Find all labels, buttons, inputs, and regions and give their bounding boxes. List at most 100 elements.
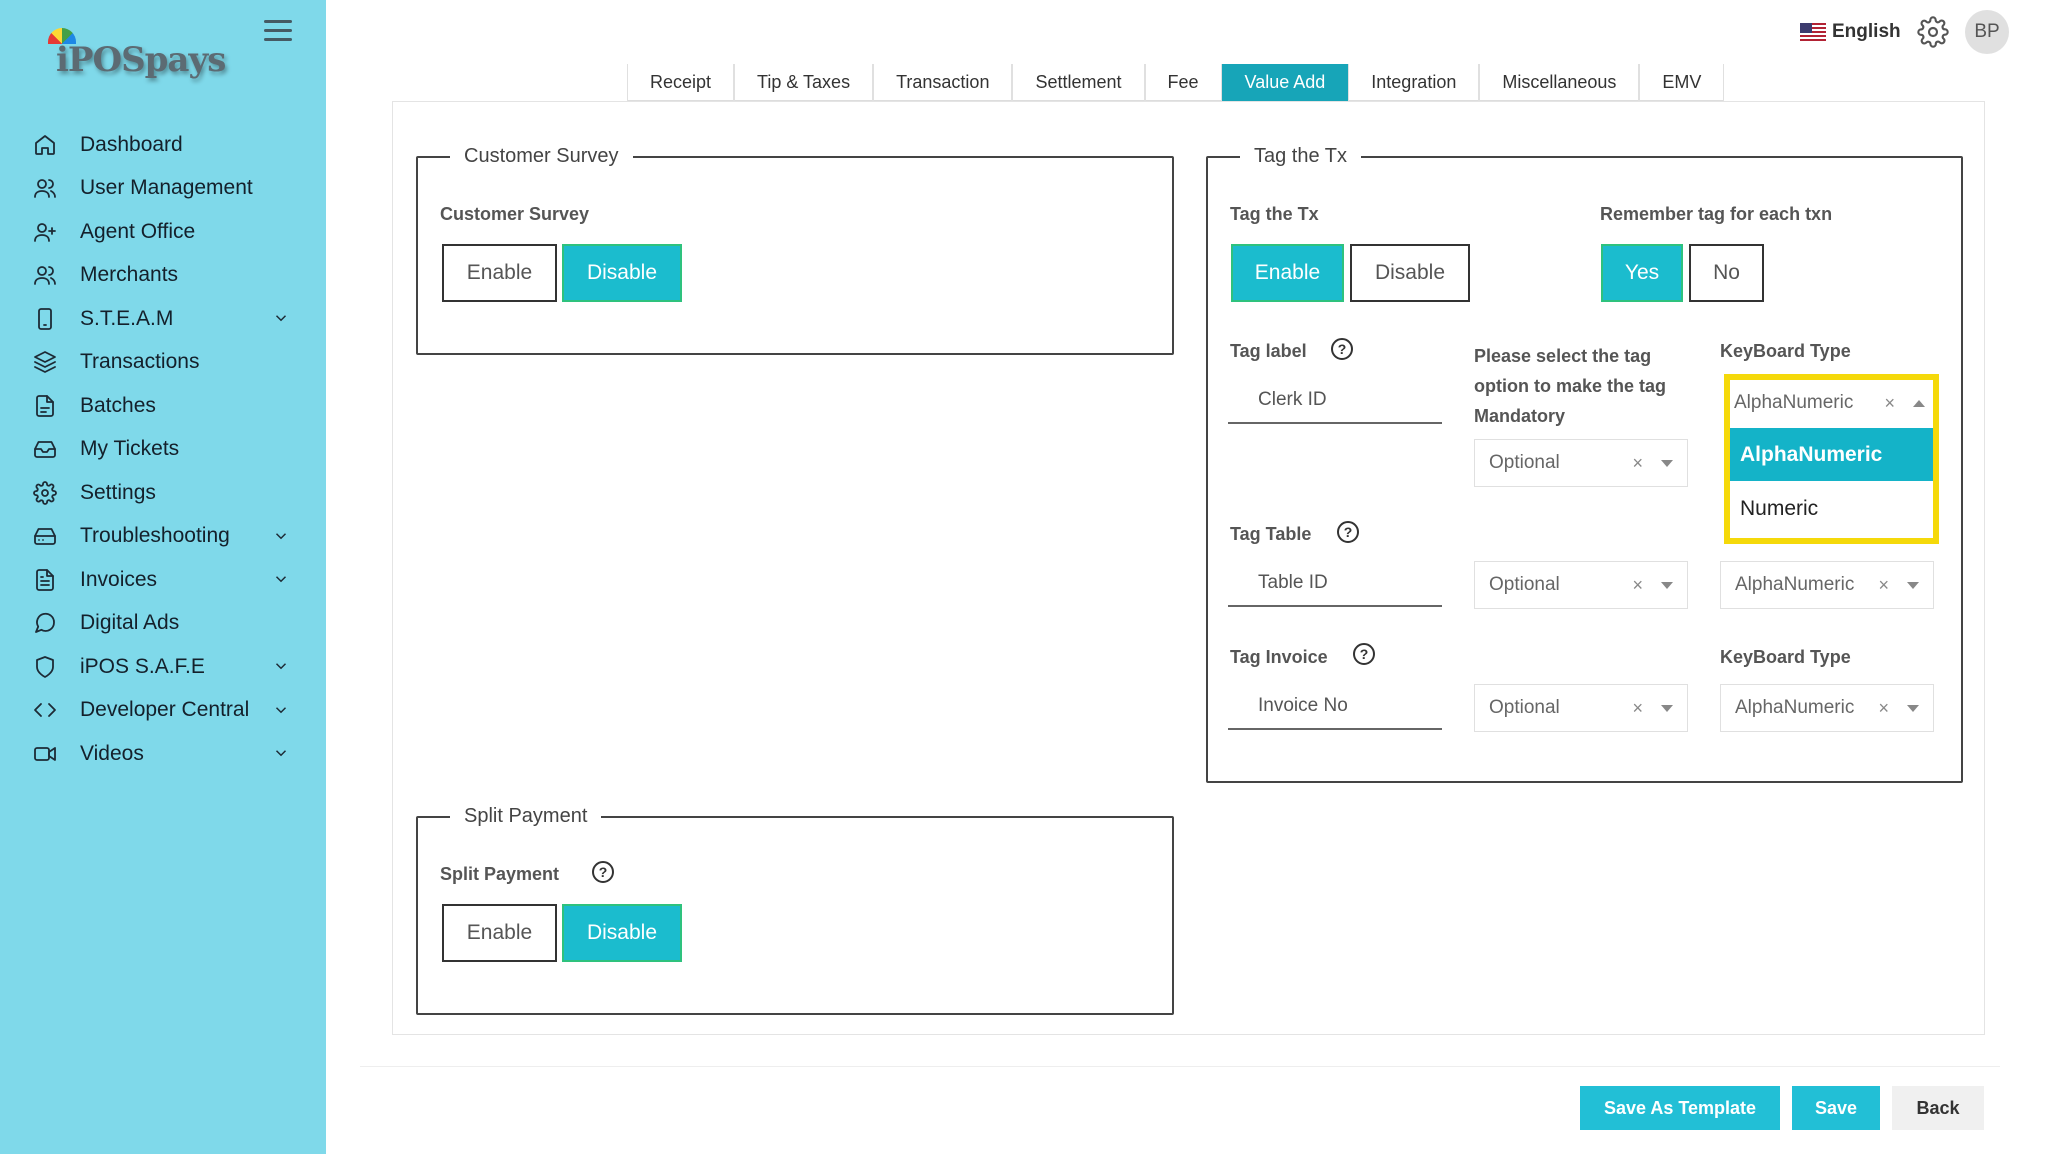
chevron-down-icon[interactable]: [272, 657, 290, 675]
dropdown-option-alphanumeric[interactable]: AlphaNumeric: [1730, 428, 1933, 481]
language-selector[interactable]: English: [1800, 18, 1901, 46]
tag-label-mandatory-value: Optional: [1489, 452, 1560, 473]
sidebar-item-label: iPOS S.A.F.E: [80, 654, 205, 678]
caret-down-icon[interactable]: [1661, 705, 1673, 712]
tag-invoice-input[interactable]: Invoice No: [1228, 684, 1442, 730]
sidebar-item-merchants[interactable]: Merchants: [0, 254, 326, 298]
sidebar-item-user-management[interactable]: User Management: [0, 167, 326, 211]
settings-gear-icon[interactable]: [1917, 16, 1949, 48]
tab-fee[interactable]: Fee: [1144, 64, 1222, 101]
hamburger-menu-icon[interactable]: [264, 20, 292, 44]
settings-tabs: Receipt Tip & Taxes Transaction Settleme…: [627, 64, 1725, 101]
sidebar-item-label: S.T.E.A.M: [80, 306, 174, 330]
sidebar: iPOSpays Dashboard User Management Agent…: [0, 0, 326, 1154]
tag-the-tx-disable-button[interactable]: Disable: [1350, 244, 1470, 302]
tag-label-keyboard-select[interactable]: AlphaNumeric ×: [1730, 380, 1933, 426]
caret-down-icon[interactable]: [1661, 582, 1673, 589]
clear-icon[interactable]: ×: [1884, 393, 1895, 414]
split-payment-help-icon[interactable]: ?: [592, 861, 614, 883]
tag-table-help-icon[interactable]: ?: [1337, 521, 1359, 543]
tag-table-mandatory-select[interactable]: Optional ×: [1474, 561, 1688, 609]
ipospays-logo[interactable]: iPOSpays: [44, 24, 234, 84]
clear-icon[interactable]: ×: [1632, 453, 1643, 474]
remember-tag-label: Remember tag for each txn: [1600, 204, 1833, 224]
chevron-down-icon[interactable]: [272, 309, 290, 327]
tag-invoice-keyboard-value: AlphaNumeric: [1735, 697, 1855, 718]
caret-down-icon[interactable]: [1661, 460, 1673, 467]
layers-icon: [32, 349, 58, 375]
us-flag-icon: [1800, 23, 1826, 41]
user-avatar[interactable]: BP: [1965, 10, 2009, 54]
tag-table-input[interactable]: Table ID: [1228, 561, 1442, 607]
caret-down-icon[interactable]: [1907, 582, 1919, 589]
caret-down-icon[interactable]: [1907, 705, 1919, 712]
footer-divider: [360, 1066, 2000, 1067]
sidebar-item-videos[interactable]: Videos: [0, 732, 326, 776]
tag-label-help-icon[interactable]: ?: [1331, 338, 1353, 360]
sidebar-item-settings[interactable]: Settings: [0, 471, 326, 515]
logo-text: iPOSpays: [56, 40, 226, 80]
dropdown-option-numeric[interactable]: Numeric: [1730, 482, 1933, 535]
sidebar-item-label: Transactions: [80, 350, 200, 374]
invoice-keyboard-type-label: KeyBoard Type: [1720, 647, 1851, 667]
code-icon: [32, 697, 58, 723]
tag-invoice-help-icon[interactable]: ?: [1353, 643, 1375, 665]
chevron-down-icon[interactable]: [272, 570, 290, 588]
tab-value-add[interactable]: Value Add: [1221, 64, 1349, 101]
sidebar-item-steam[interactable]: S.T.E.A.M: [0, 297, 326, 341]
sidebar-item-my-tickets[interactable]: My Tickets: [0, 428, 326, 472]
tag-table-keyboard-value: AlphaNumeric: [1735, 574, 1855, 595]
tab-miscellaneous[interactable]: Miscellaneous: [1479, 64, 1640, 101]
sidebar-item-label: Settings: [80, 480, 156, 504]
sidebar-item-developer-central[interactable]: Developer Central: [0, 689, 326, 733]
sidebar-item-dashboard[interactable]: Dashboard: [0, 123, 326, 167]
sidebar-item-ipos-safe[interactable]: iPOS S.A.F.E: [0, 645, 326, 689]
chevron-down-icon[interactable]: [272, 527, 290, 545]
split-payment-disable-button[interactable]: Disable: [562, 904, 682, 962]
sidebar-item-digital-ads[interactable]: Digital Ads: [0, 602, 326, 646]
sidebar-item-invoices[interactable]: Invoices: [0, 558, 326, 602]
tag-label-input[interactable]: Clerk ID: [1228, 378, 1442, 424]
chevron-down-icon[interactable]: [272, 701, 290, 719]
sidebar-item-label: Invoices: [80, 567, 158, 591]
caret-up-icon[interactable]: [1913, 400, 1925, 407]
back-button[interactable]: Back: [1892, 1086, 1984, 1130]
sidebar-item-troubleshooting[interactable]: Troubleshooting: [0, 515, 326, 559]
sidebar-item-label: Developer Central: [80, 698, 250, 722]
tag-label-mandatory-select[interactable]: Optional ×: [1474, 439, 1688, 487]
tag-invoice-mandatory-select[interactable]: Optional ×: [1474, 684, 1688, 732]
tab-receipt[interactable]: Receipt: [627, 64, 735, 101]
keyboard-type-label: KeyBoard Type: [1720, 341, 1851, 361]
customer-survey-label: Customer Survey: [440, 204, 590, 224]
tab-transaction[interactable]: Transaction: [873, 64, 1013, 101]
tab-integration[interactable]: Integration: [1348, 64, 1480, 101]
tag-table-label: Tag Table: [1230, 524, 1312, 544]
clear-icon[interactable]: ×: [1878, 698, 1889, 719]
tag-the-tx-enable-button[interactable]: Enable: [1231, 244, 1344, 302]
tag-label-label: Tag label: [1230, 341, 1307, 361]
split-payment-label: Split Payment: [440, 864, 560, 884]
sidebar-item-transactions[interactable]: Transactions: [0, 341, 326, 385]
phone-icon: [32, 306, 58, 332]
save-as-template-button[interactable]: Save As Template: [1580, 1086, 1780, 1130]
tab-tip-taxes[interactable]: Tip & Taxes: [734, 64, 874, 101]
sidebar-item-batches[interactable]: Batches: [0, 384, 326, 428]
split-payment-enable-button[interactable]: Enable: [442, 904, 557, 962]
remember-tag-no-button[interactable]: No: [1689, 244, 1764, 302]
tab-emv[interactable]: EMV: [1639, 64, 1725, 101]
clear-icon[interactable]: ×: [1878, 575, 1889, 596]
sidebar-item-label: Agent Office: [80, 219, 196, 243]
tag-invoice-keyboard-select[interactable]: AlphaNumeric ×: [1720, 684, 1934, 732]
save-button[interactable]: Save: [1792, 1086, 1880, 1130]
customer-survey-disable-button[interactable]: Disable: [562, 244, 682, 302]
tag-the-tx-legend: Tag the Tx: [1254, 145, 1348, 167]
remember-tag-yes-button[interactable]: Yes: [1601, 244, 1683, 302]
sidebar-item-label: Dashboard: [80, 132, 183, 156]
sidebar-item-agent-office[interactable]: Agent Office: [0, 210, 326, 254]
clear-icon[interactable]: ×: [1632, 698, 1643, 719]
customer-survey-enable-button[interactable]: Enable: [442, 244, 557, 302]
chevron-down-icon[interactable]: [272, 744, 290, 762]
tab-settlement[interactable]: Settlement: [1012, 64, 1145, 101]
clear-icon[interactable]: ×: [1632, 575, 1643, 596]
tag-table-keyboard-select[interactable]: AlphaNumeric ×: [1720, 561, 1934, 609]
